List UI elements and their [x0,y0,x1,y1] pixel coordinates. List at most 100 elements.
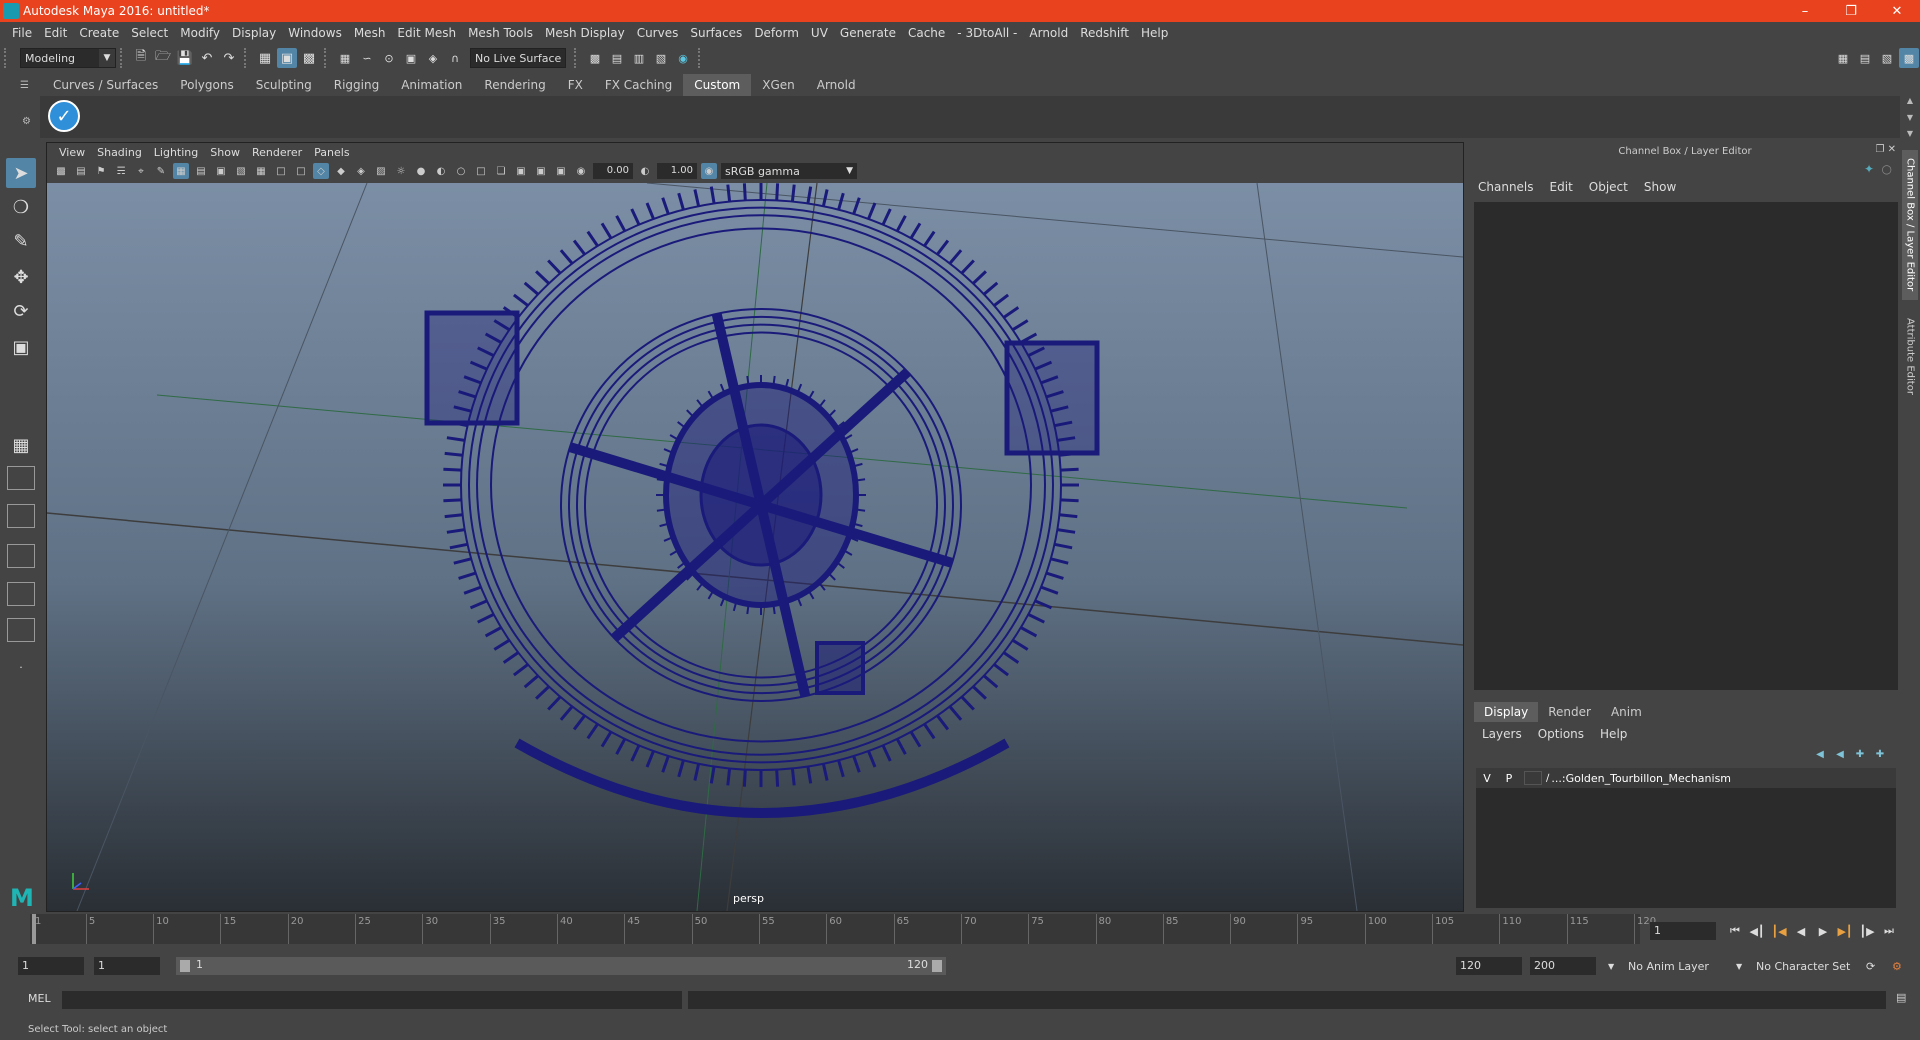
channel-box-options-icon[interactable]: ○ [1882,162,1892,176]
exposure-icon[interactable]: ◉ [573,163,589,179]
undo-icon[interactable]: ↶ [197,48,217,68]
image-plane-icon[interactable]: ☴ [113,163,129,179]
grip-handle[interactable] [120,48,126,68]
anti-aliasing-icon[interactable]: □ [473,163,489,179]
move-tool-icon[interactable]: ✥ [6,262,36,292]
hypershade-icon[interactable]: ◉ [673,48,693,68]
more-layouts-icon[interactable]: · [6,652,36,682]
layer-tab-display[interactable]: Display [1474,702,1539,722]
playback-start-field[interactable]: 1 [94,957,160,975]
menu-modify[interactable]: Modify [174,26,226,40]
xray-joints-icon[interactable]: ▣ [533,163,549,179]
channel-box-pin-icon[interactable]: ✦ [1864,162,1874,176]
view-transform-select[interactable]: sRGB gamma ▼ [721,163,857,179]
layer-playback-toggle[interactable]: P [1498,772,1520,785]
menu-surfaces[interactable]: Surfaces [684,26,748,40]
grid-icon[interactable]: ▦ [173,163,189,179]
layer-color-swatch[interactable] [1524,771,1542,785]
exposure-field[interactable]: 0.00 [593,163,633,179]
checkmark-circle-icon[interactable]: ✓ [48,100,80,132]
xray-icon[interactable]: ▣ [513,163,529,179]
select-hierarchy-icon[interactable]: ▦ [255,48,275,68]
side-tab-attribute-editor[interactable]: Attribute Editor [1902,306,1918,406]
layer-visibility-toggle[interactable]: V [1476,772,1498,785]
menu-mesh-display[interactable]: Mesh Display [539,26,631,40]
field-chart-icon[interactable]: ▦ [253,163,269,179]
menu-create[interactable]: Create [73,26,125,40]
smooth-shade-icon[interactable]: ◆ [333,163,349,179]
menu-help[interactable]: Help [1135,26,1174,40]
script-editor-icon[interactable]: ▤ [1896,991,1912,1007]
layer-tab-render[interactable]: Render [1538,702,1601,722]
open-scene-icon[interactable]: 🗁 [153,48,173,68]
new-layer-from-selection-icon[interactable]: ✚ [1872,746,1888,762]
magnet-icon[interactable]: ∩ [445,48,465,68]
menu-windows[interactable]: Windows [282,26,348,40]
shelf-tab-polygons[interactable]: Polygons [169,74,244,96]
xray-components-icon[interactable]: ▣ [553,163,569,179]
camera-attr-icon[interactable]: ▤ [73,163,89,179]
play-forwards-icon[interactable]: ▶ [1812,922,1834,940]
cb-menu-edit[interactable]: Edit [1542,180,1581,198]
wireframe-icon[interactable]: ◇ [313,163,329,179]
shadows-icon[interactable]: ● [413,163,429,179]
safe-title-icon[interactable]: □ [293,163,309,179]
range-bar[interactable]: 1 120 [176,957,946,975]
workspace-icon[interactable]: ▦ [1833,48,1853,68]
float-close-icon[interactable]: ❐ ✕ [1875,144,1896,155]
move-layer-down-icon[interactable]: ◀ [1832,746,1848,762]
bookmark-icon[interactable]: ⚑ [93,163,109,179]
menu-mesh-tools[interactable]: Mesh Tools [462,26,539,40]
layer-menu-layers[interactable]: Layers [1474,727,1530,741]
go-to-end-icon[interactable]: ⏭ [1878,922,1900,940]
step-forward-frame-icon[interactable]: ┃▶ [1856,922,1878,940]
textured-icon[interactable]: ▨ [373,163,389,179]
move-layer-up-icon[interactable]: ◀ [1812,746,1828,762]
camera-icon[interactable]: ▩ [53,163,69,179]
scroll-up-icon[interactable]: ▲ [1907,96,1913,105]
chevron-down-icon[interactable]: ▼ [1732,957,1746,975]
shelf-tab-fx[interactable]: FX [557,74,594,96]
shelf-tab-arnold[interactable]: Arnold [806,74,867,96]
menu-select[interactable]: Select [125,26,174,40]
time-slider-track[interactable]: 1 5 10 15 20 25 30 35 40 45 50 55 60 65 70 75 80 85 90 95 10… [30,914,1656,944]
channel-box-toggle-icon[interactable]: ▩ [1899,48,1919,68]
grip-handle[interactable] [4,48,10,68]
gamma-field[interactable]: 1.00 [657,163,697,179]
chevron-down-icon[interactable]: ▼ [1604,957,1618,975]
menu-generate[interactable]: Generate [834,26,902,40]
snap-view-plane-icon[interactable]: ▣ [401,48,421,68]
render-view-icon[interactable]: ▩ [585,48,605,68]
go-to-start-icon[interactable]: ⏮ [1724,922,1746,940]
two-view-layout-icon[interactable] [7,504,35,528]
menu-arnold[interactable]: Arnold [1023,26,1074,40]
motion-blur-icon[interactable]: ○ [453,163,469,179]
current-time-marker[interactable] [32,914,36,944]
live-surface-field[interactable]: No Live Surface [470,48,566,68]
color-management-icon[interactable]: ◉ [701,163,717,179]
shelf-tab-curves-surfaces[interactable]: Curves / Surfaces [42,74,169,96]
vp-menu-lighting[interactable]: Lighting [148,146,204,159]
single-perspective-layout-icon[interactable]: ▦ [6,430,36,460]
menu-3dtoall[interactable]: - 3DtoAll - [951,26,1023,40]
resolution-gate-icon[interactable]: ▣ [213,163,229,179]
cb-menu-channels[interactable]: Channels [1470,180,1542,198]
vp-menu-show[interactable]: Show [204,146,246,159]
vp-menu-view[interactable]: View [53,146,91,159]
scroll-more-icon[interactable]: ▼ [1907,113,1913,122]
screen-space-ao-icon[interactable]: ◐ [433,163,449,179]
cb-menu-show[interactable]: Show [1636,180,1684,198]
four-view-layout-icon[interactable] [7,466,35,490]
play-backwards-icon[interactable]: ◀ [1790,922,1812,940]
render-current-icon[interactable]: ▤ [607,48,627,68]
snap-curve-icon[interactable]: ∽ [357,48,377,68]
command-input[interactable] [62,991,682,1009]
range-start-handle[interactable] [180,960,190,972]
layer-row[interactable]: V P ∕ ...:Golden_Tourbillon_Mechanism [1476,768,1896,788]
new-scene-icon[interactable]: 🗎 [131,48,151,68]
menu-display[interactable]: Display [226,26,282,40]
redo-icon[interactable]: ↷ [219,48,239,68]
3d-viewport-canvas[interactable]: persp [47,183,1463,911]
current-frame-field[interactable]: 1 [1650,922,1716,940]
isolate-select-icon[interactable]: ❏ [493,163,509,179]
